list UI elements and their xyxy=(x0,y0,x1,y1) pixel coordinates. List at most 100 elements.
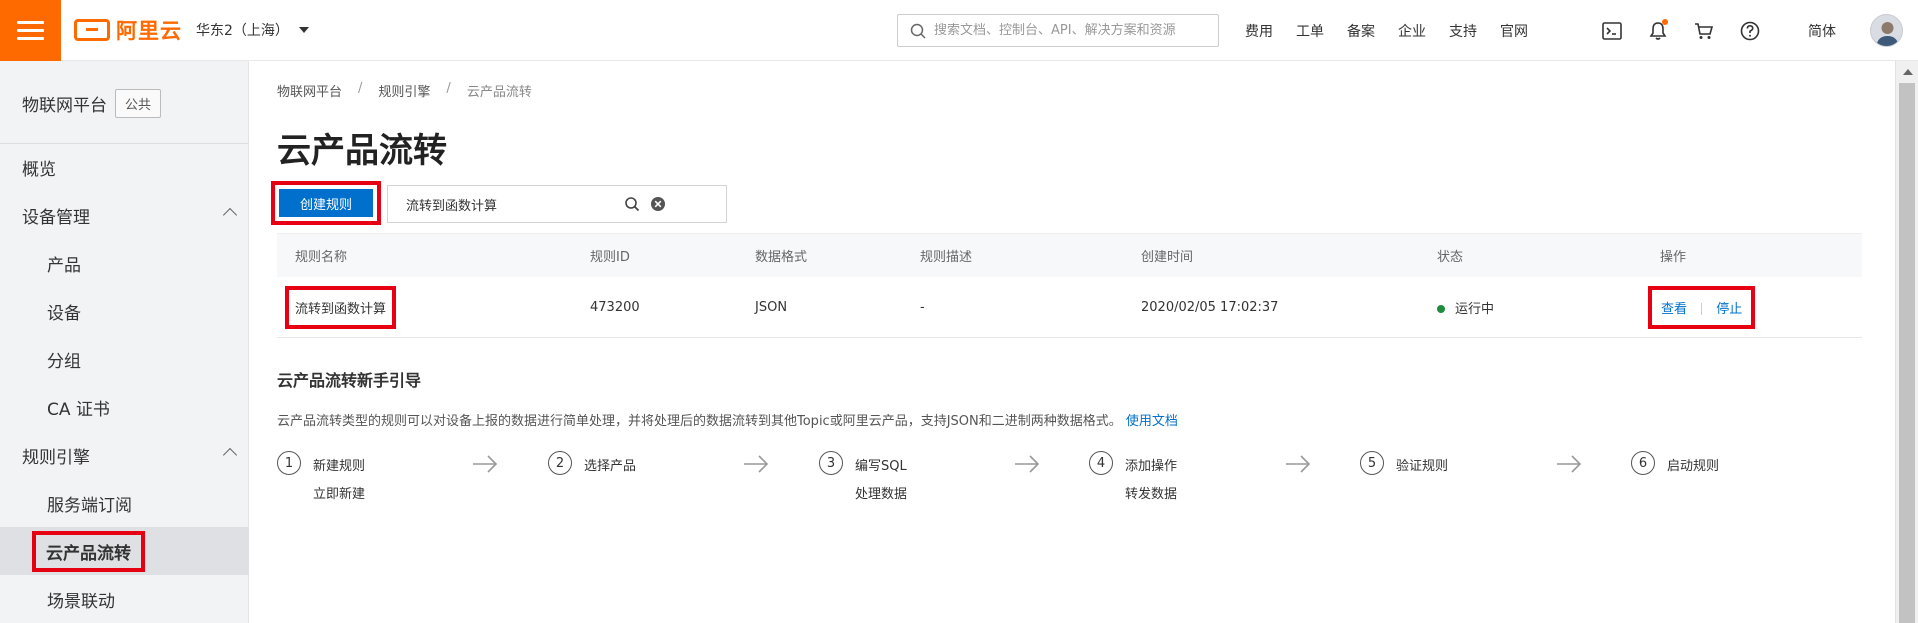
view-rule-link[interactable]: 查看 xyxy=(1661,302,1687,317)
sidebar-group-device-management[interactable]: 设备管理 xyxy=(0,191,249,239)
sidebar-header: 物联网平台 公共 xyxy=(22,89,162,118)
hamburger-menu-icon[interactable] xyxy=(0,0,61,61)
step-number: 2 xyxy=(548,451,572,475)
stop-rule-link[interactable]: 停止 xyxy=(1716,302,1742,317)
sidebar-item-data-forwarding[interactable]: 云产品流转 xyxy=(0,527,249,575)
global-search[interactable] xyxy=(897,14,1219,47)
region-selector[interactable]: 华东2（上海） xyxy=(196,20,309,40)
create-now-link[interactable]: 立即新建 xyxy=(313,483,365,502)
step-number: 1 xyxy=(277,451,301,475)
arrow-right-icon xyxy=(1286,455,1311,473)
nav-link-support[interactable]: 支持 xyxy=(1449,21,1477,41)
sidebar-item-overview[interactable]: 概览 xyxy=(0,143,249,191)
nav-link-fee[interactable]: 费用 xyxy=(1245,21,1273,41)
rule-format-cell: JSON xyxy=(755,299,788,315)
nav-link-enterprise[interactable]: 企业 xyxy=(1398,21,1426,41)
col-header-format: 数据格式 xyxy=(755,250,808,265)
step-number: 4 xyxy=(1089,451,1113,475)
doc-link[interactable]: 使用文档 xyxy=(1126,414,1178,429)
logo-mark-icon xyxy=(74,19,110,41)
arrow-right-icon xyxy=(1557,455,1582,473)
aliyun-logo[interactable]: 阿里云 xyxy=(74,16,182,44)
breadcrumb: 物联网平台 / 规则引擎 / 云产品流转 xyxy=(277,81,532,100)
rule-name-cell: 流转到函数计算 xyxy=(285,285,397,329)
status-running-dot xyxy=(1437,305,1445,313)
sidebar-item-label: 云产品流转 xyxy=(32,530,145,572)
step-number: 6 xyxy=(1631,451,1655,475)
page-scrollbar[interactable] xyxy=(1895,61,1918,623)
breadcrumb-rule-engine[interactable]: 规则引擎 xyxy=(378,81,430,100)
sidebar-item-label: 分组 xyxy=(47,351,81,372)
page-title: 云产品流转 xyxy=(277,131,447,171)
region-label: 华东2（上海） xyxy=(196,23,289,39)
clear-icon[interactable] xyxy=(650,196,666,212)
step-label: 新建规则 xyxy=(313,459,366,474)
guide-description: 云产品流转类型的规则可以对设备上报的数据进行简单处理，并将处理后的数据流转到其他… xyxy=(277,410,1178,429)
language-switch[interactable]: 简体 xyxy=(1808,21,1836,41)
step-number: 5 xyxy=(1360,451,1384,475)
table-header: 规则名称 规则ID 数据格式 规则描述 创建时间 状态 操作 xyxy=(277,233,1862,277)
arrow-right-icon xyxy=(744,455,769,473)
create-rule-highlight: 创建规则 xyxy=(271,181,381,225)
sidebar-item-label: 设备 xyxy=(47,303,81,324)
arrow-right-icon xyxy=(473,455,498,473)
step-sublabel: 转发数据 xyxy=(1125,487,1178,502)
sidebar-item-label: 服务端订阅 xyxy=(47,495,132,516)
sidebar-item-device[interactable]: 设备 xyxy=(0,287,249,335)
cart-icon[interactable] xyxy=(1692,19,1716,43)
sidebar-item-server-subscription[interactable]: 服务端订阅 xyxy=(0,479,249,527)
search-icon[interactable] xyxy=(624,196,640,212)
sidebar-item-product[interactable]: 产品 xyxy=(0,239,249,287)
avatar[interactable] xyxy=(1870,14,1903,47)
global-search-input[interactable] xyxy=(934,23,1204,38)
scroll-thumb[interactable] xyxy=(1899,83,1915,623)
nav-link-website[interactable]: 官网 xyxy=(1500,21,1528,41)
action-divider xyxy=(1701,303,1703,315)
sidebar: 物联网平台 公共 概览 设备管理 产品 设备 分组 CA 证书 规则引擎 服务端… xyxy=(0,61,249,623)
step-label: 添加操作 xyxy=(1125,459,1178,474)
arrow-right-icon xyxy=(1015,455,1040,473)
sidebar-item-label: 场景联动 xyxy=(47,591,115,612)
rule-created-cell: 2020/02/05 17:02:37 xyxy=(1141,299,1279,315)
create-rule-button[interactable]: 创建规则 xyxy=(279,189,373,217)
rules-table: 规则名称 规则ID 数据格式 规则描述 创建时间 状态 操作 流转到函数计算 4… xyxy=(277,233,1862,338)
public-badge: 公共 xyxy=(115,89,162,118)
step-number: 3 xyxy=(819,451,843,475)
nav-link-icp[interactable]: 备案 xyxy=(1347,21,1375,41)
col-header-desc: 规则描述 xyxy=(920,250,973,265)
step-sublabel: 处理数据 xyxy=(855,487,908,502)
col-header-id: 规则ID xyxy=(590,250,630,265)
sidebar-item-group[interactable]: 分组 xyxy=(0,335,249,383)
col-header-actions: 操作 xyxy=(1660,250,1687,265)
table-row: 流转到函数计算 473200 JSON - 2020/02/05 17:02:3… xyxy=(277,277,1862,338)
terminal-icon[interactable] xyxy=(1600,19,1624,43)
sidebar-item-label: CA 证书 xyxy=(47,399,110,420)
notification-dot xyxy=(1662,18,1668,25)
sidebar-item-label: 概览 xyxy=(22,159,56,180)
guide-description-text: 云产品流转类型的规则可以对设备上报的数据进行简单处理，并将处理后的数据流转到其他… xyxy=(277,414,1122,429)
sidebar-group-rule-engine[interactable]: 规则引擎 xyxy=(0,431,249,479)
step-label: 验证规则 xyxy=(1396,459,1449,474)
rule-status-cell: 运行中 xyxy=(1437,298,1494,317)
guide-steps: 1 新建规则 立即新建 2 选择产品 3 编写SQL 处理数据 4 添加操作 转… xyxy=(277,451,1777,521)
rule-id-cell: 473200 xyxy=(590,299,640,315)
breadcrumb-iot-platform[interactable]: 物联网平台 xyxy=(277,81,342,100)
chevron-up-icon xyxy=(222,207,238,223)
bell-icon[interactable] xyxy=(1646,18,1670,43)
help-icon[interactable] xyxy=(1738,19,1762,43)
rule-search[interactable] xyxy=(387,185,727,223)
status-label: 运行中 xyxy=(1455,301,1495,317)
sidebar-item-label: 产品 xyxy=(47,255,81,276)
sidebar-item-ca-cert[interactable]: CA 证书 xyxy=(0,383,249,431)
sidebar-item-label: 设备管理 xyxy=(22,207,90,228)
main-content: 物联网平台 / 规则引擎 / 云产品流转 云产品流转 创建规则 规则名称 规则I… xyxy=(249,61,1895,623)
step-label: 选择产品 xyxy=(584,459,637,474)
scroll-up-arrow-icon[interactable] xyxy=(1903,69,1913,75)
sidebar-item-scene-linkage[interactable]: 场景联动 xyxy=(0,575,249,623)
breadcrumb-separator: / xyxy=(446,81,451,96)
rule-desc-cell: - xyxy=(920,299,925,315)
nav-link-ticket[interactable]: 工单 xyxy=(1296,21,1324,41)
sidebar-title: 物联网平台 xyxy=(22,96,107,116)
col-header-status: 状态 xyxy=(1437,250,1464,265)
rule-actions-cell: 查看 停止 xyxy=(1648,285,1756,329)
